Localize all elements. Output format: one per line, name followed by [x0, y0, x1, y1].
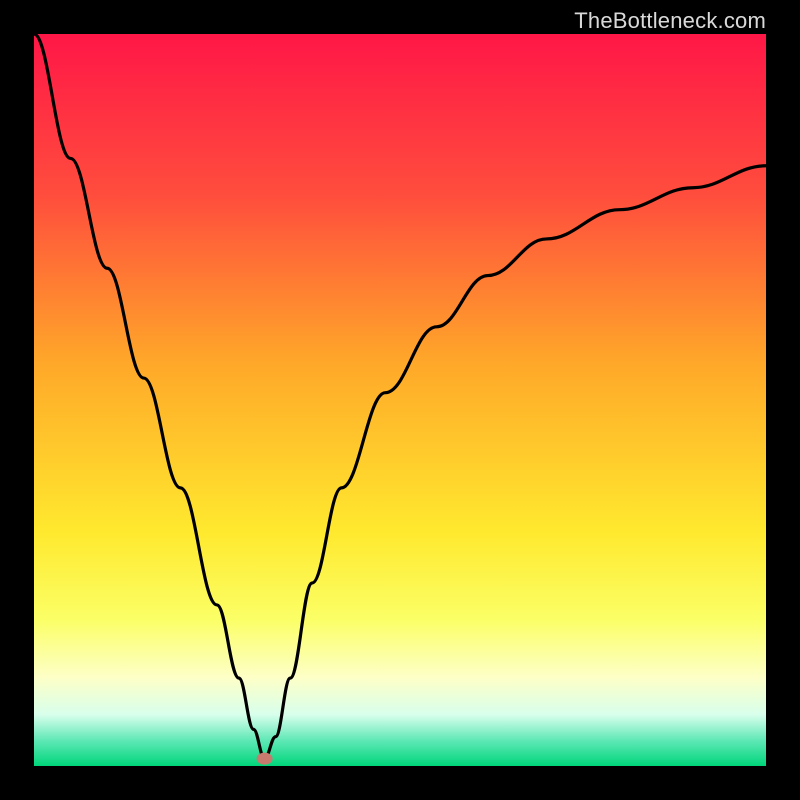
plot-area [34, 34, 766, 766]
min-marker [257, 753, 273, 765]
bottleneck-chart-svg [34, 34, 766, 766]
watermark-text: TheBottleneck.com [574, 8, 766, 34]
gradient-background [34, 34, 766, 766]
chart-frame: TheBottleneck.com [0, 0, 800, 800]
